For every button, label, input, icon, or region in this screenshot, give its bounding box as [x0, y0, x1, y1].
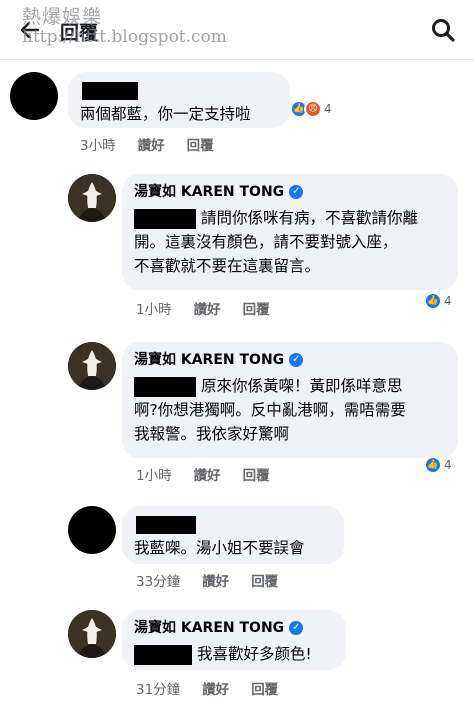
- comment-text: 我喜歡好多颜色!: [134, 642, 334, 666]
- reaction-summary[interactable]: 👍 4: [424, 456, 452, 474]
- like-button[interactable]: 讚好: [202, 570, 229, 590]
- avatar-karen-tong[interactable]: [68, 174, 116, 222]
- comment-actions: 1小時 讚好 回覆: [136, 298, 270, 318]
- avatar-image: [68, 610, 116, 658]
- avatar-karen-tong[interactable]: [68, 610, 116, 658]
- watermark-text: 熱爆娛樂: [22, 6, 103, 28]
- comment-actions: 3小時 讚好 回覆: [80, 134, 214, 154]
- verified-badge-icon: ✓: [289, 185, 304, 199]
- reply-button[interactable]: 回覆: [187, 134, 214, 154]
- comment-time: 3小時: [80, 138, 116, 154]
- reply-button[interactable]: 回覆: [251, 570, 278, 590]
- avatar-image: [68, 174, 116, 222]
- like-button[interactable]: 讚好: [202, 678, 229, 698]
- comment-time: 1小時: [136, 468, 172, 484]
- avatar[interactable]: [68, 506, 116, 554]
- like-button[interactable]: 讚好: [138, 134, 165, 154]
- comment-text: 我藍㗎。湯小姐不要誤會: [134, 538, 305, 557]
- comment-text: 請問你係咪有病，不喜歡請你離 開。這裏沒有顏色，請不要對號入座， 不喜歡就不要在…: [134, 208, 418, 275]
- like-icon: 👍: [424, 456, 442, 474]
- comment-time: 31分鐘: [136, 682, 181, 698]
- redacted-mention: [134, 644, 192, 665]
- author-name[interactable]: 湯寶如 KAREN TONG: [134, 618, 284, 638]
- reaction-count: 4: [324, 102, 332, 116]
- redacted-name: [82, 81, 138, 100]
- watermark-url: http://httt.blogspot.com: [22, 27, 227, 47]
- author-name[interactable]: 湯寶如 KAREN TONG: [134, 182, 284, 202]
- redacted-mention: [134, 208, 196, 229]
- comment-text: 兩個都藍，你一定支持啦: [80, 104, 251, 123]
- like-button[interactable]: 讚好: [194, 298, 221, 318]
- comment-time: 1小時: [136, 302, 172, 318]
- avatar-karen-tong[interactable]: [68, 342, 116, 390]
- comment-actions: 31分鐘 讚好 回覆: [136, 678, 278, 698]
- reply-button[interactable]: 回覆: [243, 298, 270, 318]
- comment-author: 湯寶如 KAREN TONG ✓: [134, 182, 446, 202]
- verified-badge-icon: ✓: [289, 353, 304, 367]
- reply-button[interactable]: 回覆: [243, 464, 270, 484]
- comment-bubble: 兩個都藍，你一定支持啦: [68, 72, 290, 128]
- redacted-mention: [134, 376, 196, 397]
- avatar-image: [68, 342, 116, 390]
- comment-bubble: 湯寶如 KAREN TONG ✓ 我喜歡好多颜色!: [122, 610, 346, 670]
- comment-author: 湯寶如 KAREN TONG ✓: [134, 618, 334, 638]
- comment-actions: 33分鐘 讚好 回覆: [136, 570, 278, 590]
- comment-author: 湯寶如 KAREN TONG ✓: [134, 350, 446, 370]
- author-name[interactable]: 湯寶如 KAREN TONG: [134, 350, 284, 370]
- reaction-count: 4: [444, 458, 452, 472]
- redacted-name: [136, 515, 196, 534]
- reaction-summary[interactable]: 👍 😠 4: [290, 100, 332, 118]
- like-button[interactable]: 讚好: [194, 464, 221, 484]
- like-icon: 👍: [424, 292, 442, 310]
- angry-icon: 😠: [304, 100, 322, 118]
- comment-bubble: 湯寶如 KAREN TONG ✓ 請問你係咪有病，不喜歡請你離 開。這裏沒有顏色…: [122, 174, 458, 290]
- avatar[interactable]: [10, 72, 58, 120]
- reaction-summary[interactable]: 👍 4: [424, 292, 452, 310]
- comment-bubble: 我藍㗎。湯小姐不要誤會: [122, 506, 344, 564]
- comment-bubble: 湯寶如 KAREN TONG ✓ 原來你係黃㗎！黃即係咩意思 啊?你想港獨啊。反…: [122, 342, 458, 458]
- comment-time: 33分鐘: [136, 574, 181, 590]
- comment-text: 原來你係黃㗎！黃即係咩意思 啊?你想港獨啊。反中亂港啊，需唔需要 我報警。我依家…: [134, 376, 406, 443]
- search-icon[interactable]: [430, 17, 456, 43]
- top-bar: 回覆 熱爆娛樂 http://httt.blogspot.com: [0, 0, 474, 60]
- verified-badge-icon: ✓: [289, 621, 304, 635]
- reaction-count: 4: [444, 294, 452, 308]
- comment-actions: 1小時 讚好 回覆: [136, 464, 270, 484]
- reply-button[interactable]: 回覆: [251, 678, 278, 698]
